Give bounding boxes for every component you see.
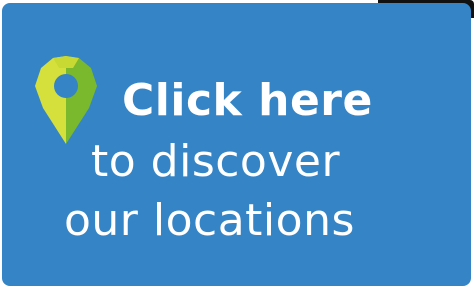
page-frame: Click here to discover our locations xyxy=(0,0,474,289)
cta-subline-1: to discover xyxy=(91,136,341,187)
discover-locations-button[interactable]: Click here to discover our locations xyxy=(2,3,471,286)
location-pin-icon xyxy=(35,56,97,144)
cta-subline-2: our locations xyxy=(64,195,355,246)
cta-headline: Click here xyxy=(122,75,373,126)
